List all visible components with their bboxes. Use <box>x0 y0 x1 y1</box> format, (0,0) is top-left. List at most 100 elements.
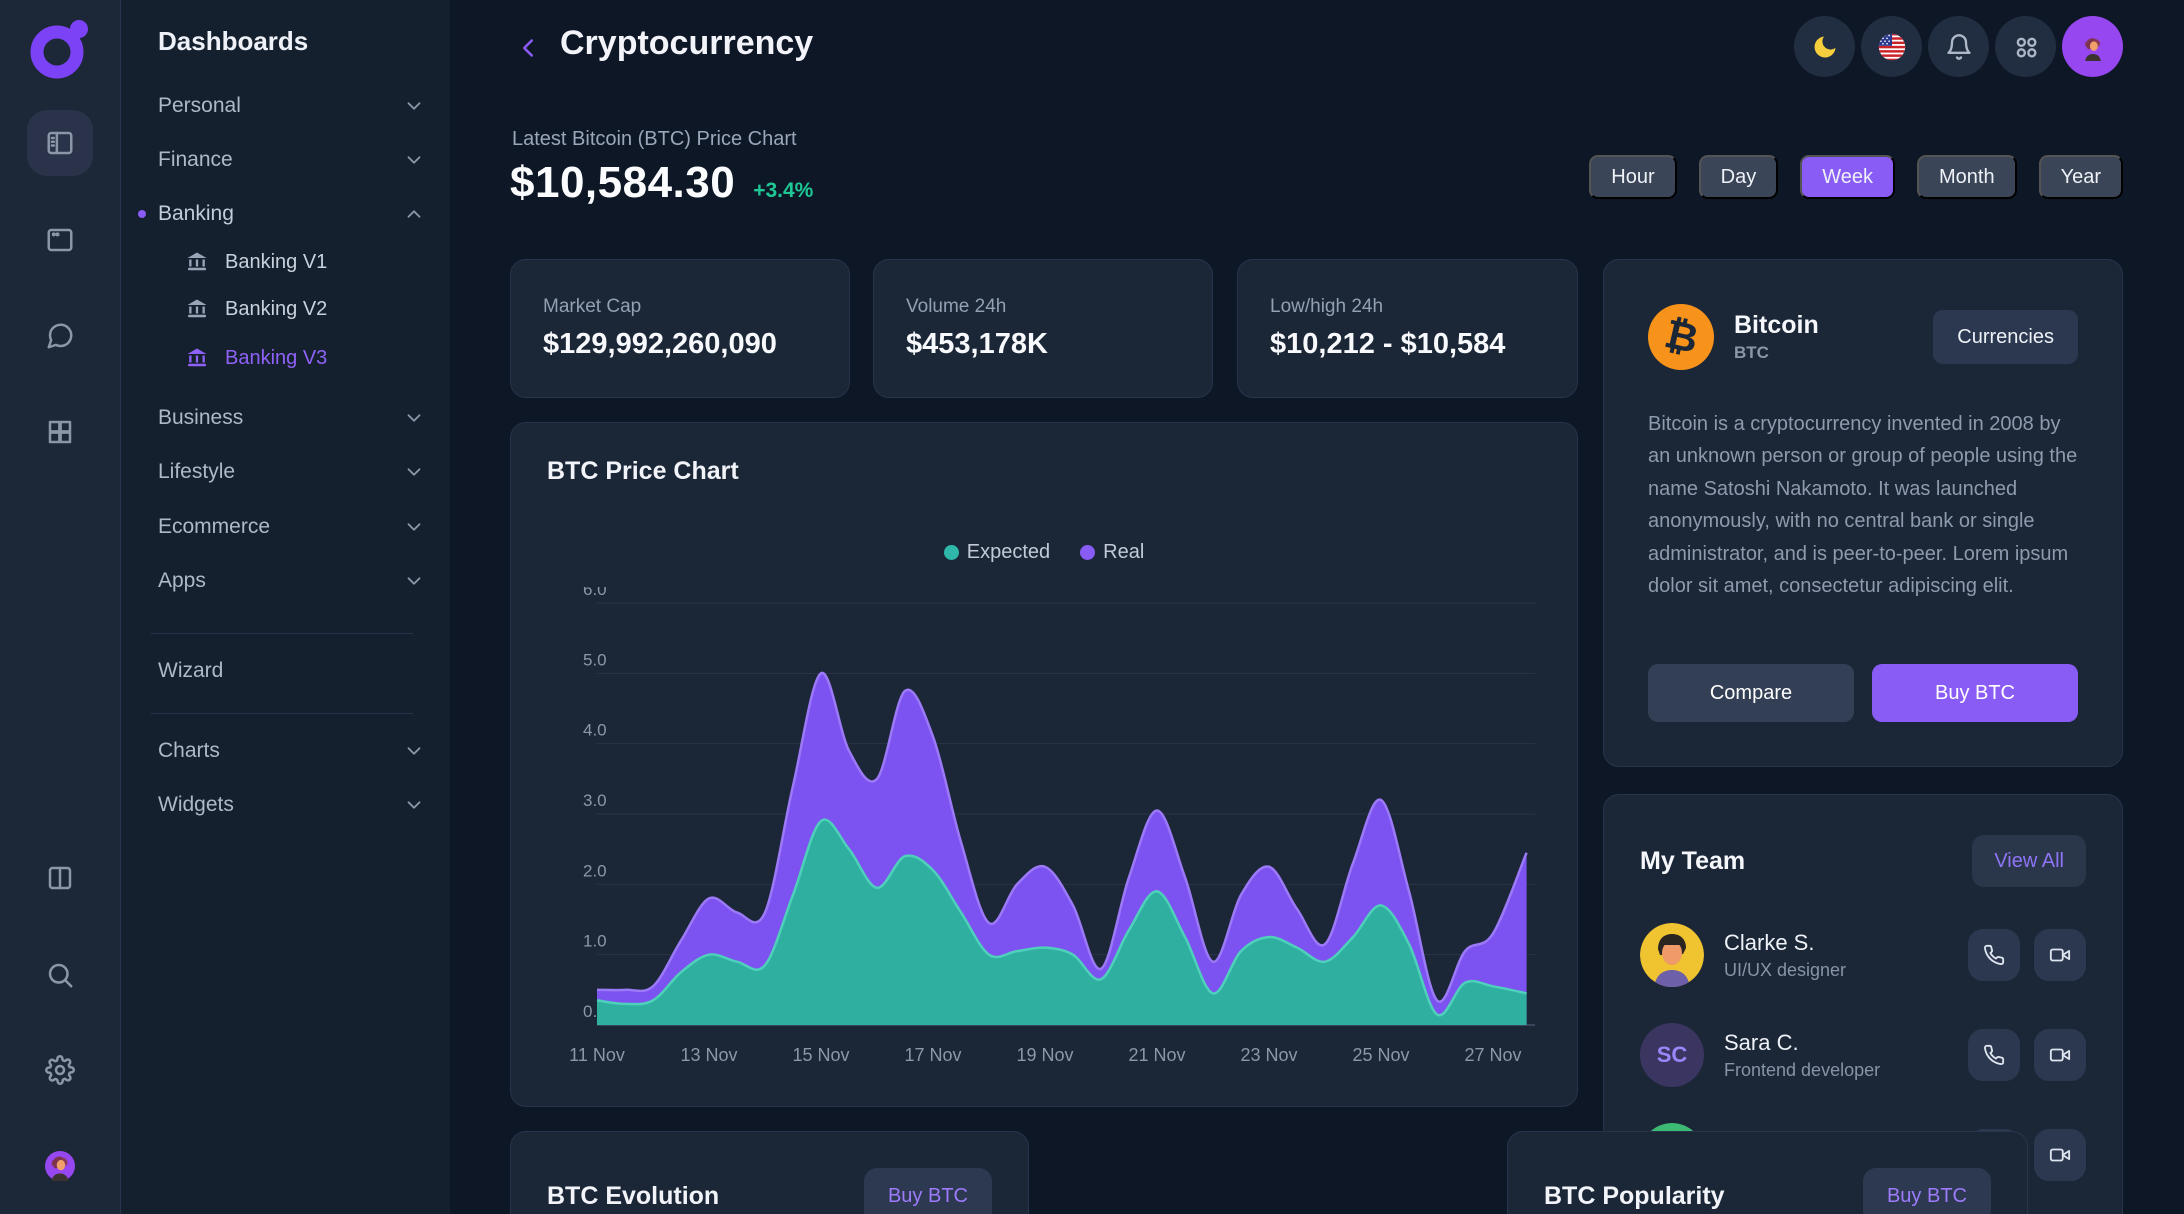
rail-item-settings[interactable] <box>37 1047 83 1093</box>
coin-actions: Compare Buy BTC <box>1648 664 2078 722</box>
bell-icon <box>1945 33 1973 61</box>
card-title: BTC Popularity <box>1544 1182 1725 1211</box>
grid-icon <box>45 417 75 447</box>
search-icon <box>45 960 75 990</box>
price-row: $10,584.30 +3.4% <box>510 158 813 208</box>
card-header: BTC Evolution Buy BTC <box>547 1168 992 1214</box>
coin-name: Bitcoin <box>1734 311 1933 340</box>
svg-text:4.0: 4.0 <box>583 721 607 740</box>
svg-text:2.0: 2.0 <box>583 861 607 880</box>
rail-user-avatar[interactable] <box>29 1135 91 1197</box>
sidebar-layout-icon <box>45 128 75 158</box>
legend-dot-real <box>1080 545 1095 560</box>
sidebar-item-finance[interactable]: Finance <box>121 140 451 180</box>
stat-label: Low/high 24h <box>1270 296 1577 318</box>
btc-popularity-card: BTC Popularity Buy BTC <box>1507 1131 2028 1214</box>
sidebar-item-apps[interactable]: Apps <box>121 561 451 601</box>
rail-item-columns[interactable] <box>37 855 83 901</box>
stat-label: Market Cap <box>543 296 849 318</box>
rail-item-grid[interactable] <box>37 409 83 455</box>
rail-item-dashboard-active[interactable] <box>27 110 93 176</box>
bank-icon <box>185 346 209 370</box>
user-avatar[interactable] <box>2062 16 2123 77</box>
language-button[interactable] <box>1861 16 1922 77</box>
buy-btc-button[interactable]: Buy BTC <box>1863 1168 1991 1214</box>
chevron-down-icon <box>403 516 425 538</box>
sidebar-item-wizard[interactable]: Wizard <box>121 651 451 691</box>
logo-icon <box>28 17 92 81</box>
sidebar-item-banking-v2[interactable]: Banking V2 <box>121 289 451 329</box>
card-title: BTC Evolution <box>547 1182 719 1211</box>
notifications-button[interactable] <box>1928 16 1989 77</box>
svg-text:5.0: 5.0 <box>583 650 607 669</box>
chevron-down-icon <box>403 95 425 117</box>
app-logo[interactable] <box>28 17 92 81</box>
price-label: Latest Bitcoin (BTC) Price Chart <box>512 128 797 151</box>
view-all-button[interactable]: View All <box>1972 835 2086 887</box>
sidebar-item-banking-v3[interactable]: Banking V3 <box>121 338 451 378</box>
team-header: My Team View All <box>1640 835 2086 887</box>
back-button[interactable] <box>508 28 548 68</box>
range-hour-button[interactable]: Hour <box>1589 155 1676 199</box>
range-year-button[interactable]: Year <box>2039 155 2123 199</box>
avatar-woman-purple <box>45 1151 75 1181</box>
rail-item-window[interactable] <box>37 217 83 263</box>
currencies-button[interactable]: Currencies <box>1933 310 2078 364</box>
chevron-down-icon <box>403 461 425 483</box>
legend-dot-expected <box>944 545 959 560</box>
chevron-up-icon <box>403 203 425 225</box>
buy-btc-button[interactable]: Buy BTC <box>864 1168 992 1214</box>
compare-button[interactable]: Compare <box>1648 664 1854 722</box>
range-day-button[interactable]: Day <box>1699 155 1779 199</box>
video-call-button[interactable] <box>2034 1029 2086 1081</box>
team-member-row: Clarke S. UI/UX designer <box>1640 923 2086 987</box>
rail-item-chat[interactable] <box>37 313 83 359</box>
buy-btc-button[interactable]: Buy BTC <box>1872 664 2078 722</box>
columns-icon <box>45 863 75 893</box>
chevron-down-icon <box>403 794 425 816</box>
range-month-button[interactable]: Month <box>1917 155 2017 199</box>
svg-text:13 Nov: 13 Nov <box>680 1045 737 1065</box>
window-icon <box>45 225 75 255</box>
sidebar-item-ecommerce[interactable]: Ecommerce <box>121 507 451 547</box>
range-week-button[interactable]: Week <box>1800 155 1895 199</box>
chart-title: BTC Price Chart <box>547 457 739 486</box>
bitcoin-info-card: ₿ Bitcoin BTC Currencies Bitcoin is a cr… <box>1603 259 2123 767</box>
legend-expected: Expected <box>944 541 1050 564</box>
member-info: Sara C. Frontend developer <box>1724 1030 1968 1081</box>
sidebar-item-widgets[interactable]: Widgets <box>121 785 451 825</box>
call-button[interactable] <box>1968 1029 2020 1081</box>
apps-menu-button[interactable] <box>1995 16 2056 77</box>
time-range-tabs: Hour Day Week Month Year <box>1589 155 2123 199</box>
theme-toggle-button[interactable] <box>1794 16 1855 77</box>
stat-card-low-high: Low/high 24h $10,212 - $10,584 <box>1237 259 1578 398</box>
rail-item-search[interactable] <box>37 952 83 998</box>
phone-icon <box>1983 1044 2005 1066</box>
area-chart[interactable]: 0.01.02.03.04.05.06.011 Nov13 Nov15 Nov1… <box>547 587 1543 1082</box>
svg-text:21 Nov: 21 Nov <box>1128 1045 1185 1065</box>
video-call-button[interactable] <box>2034 929 2086 981</box>
member-info: Clarke S. UI/UX designer <box>1724 930 1968 981</box>
team-title: My Team <box>1640 847 1745 876</box>
svg-text:3.0: 3.0 <box>583 791 607 810</box>
svg-text:15 Nov: 15 Nov <box>792 1045 849 1065</box>
member-actions <box>1968 929 2086 981</box>
coin-description: Bitcoin is a cryptocurrency invented in … <box>1648 408 2078 602</box>
chevron-down-icon <box>403 407 425 429</box>
video-call-button[interactable] <box>2034 1129 2086 1181</box>
sidebar-item-banking[interactable]: Banking <box>121 194 451 234</box>
sidebar-item-lifestyle[interactable]: Lifestyle <box>121 452 451 492</box>
divider <box>151 633 413 634</box>
sidebar: Dashboards Personal Finance Banking Bank… <box>120 0 450 1214</box>
us-flag-icon <box>1878 33 1906 61</box>
sidebar-item-business[interactable]: Business <box>121 398 451 438</box>
sidebar-item-charts[interactable]: Charts <box>121 731 451 771</box>
sidebar-item-personal[interactable]: Personal <box>121 86 451 126</box>
svg-text:17 Nov: 17 Nov <box>904 1045 961 1065</box>
member-name: Clarke S. <box>1724 930 1968 956</box>
avatar-woman-purple <box>2079 33 2107 61</box>
svg-text:27 Nov: 27 Nov <box>1464 1045 1521 1065</box>
sidebar-item-banking-v1[interactable]: Banking V1 <box>121 242 451 282</box>
call-button[interactable] <box>1968 929 2020 981</box>
svg-text:1.0: 1.0 <box>583 932 607 951</box>
